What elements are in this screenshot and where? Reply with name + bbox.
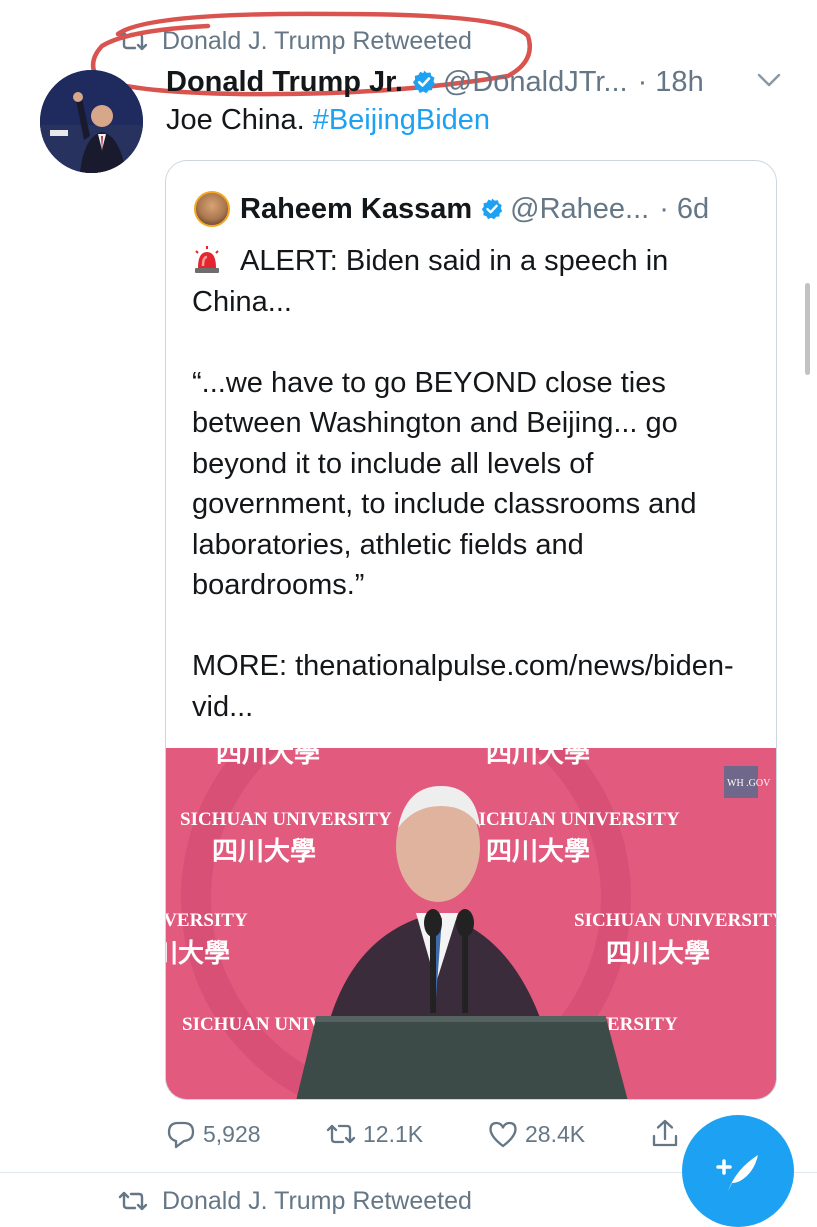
retweet-icon <box>326 1124 356 1144</box>
like-button[interactable]: 28.4K <box>487 1118 585 1150</box>
media-chinese-text: 四川大學 <box>212 837 316 866</box>
reply-icon <box>167 1121 195 1149</box>
retweet-context-label: Donald J. Trump Retweeted <box>162 26 472 55</box>
like-icon <box>489 1121 517 1148</box>
tweet-timestamp[interactable]: · 18h <box>638 66 704 99</box>
retweet-icon <box>118 31 148 51</box>
tweet-header: Donald Trump Jr. @DonaldJTr... · 18h <box>166 62 704 102</box>
tweet-text: Joe China. #BeijingBiden <box>166 104 490 137</box>
media-chinese-text: 四川大學 <box>486 837 590 866</box>
verified-badge-icon <box>481 198 503 220</box>
next-retweet-context-label: Donald J. Trump Retweeted <box>162 1186 472 1215</box>
quoted-tweet-text: ALERT: Biden said in a speech in China..… <box>192 241 752 727</box>
quoted-author-avatar[interactable] <box>194 191 230 227</box>
video-still-illustration: SICHUAN UNIVERSITY SICHUAN UNIVERSITY SI… <box>166 748 777 1099</box>
quoted-author-handle[interactable]: @Rahee... <box>510 193 649 226</box>
media-banner-text: SICHUAN UNIVERSITY <box>180 809 392 830</box>
reply-count: 5,928 <box>203 1120 261 1147</box>
media-chinese-text: 四川大學 <box>486 748 590 768</box>
verified-badge-icon <box>412 70 435 94</box>
media-banner-text: SICHUAN UNIVERSITY <box>574 910 777 931</box>
share-icon <box>652 1119 678 1147</box>
quoted-speech-quote: “...we have to go BEYOND close ties betw… <box>192 366 697 602</box>
compose-tweet-button[interactable] <box>682 1115 794 1227</box>
media-banner-text: SICHUAN UNIVERSITY <box>468 809 680 830</box>
quoted-tweet-card[interactable]: Raheem Kassam @Rahee... · 6d ALERT: Bide… <box>165 160 777 1100</box>
like-count: 28.4K <box>525 1120 586 1147</box>
retweet-count: 12.1K <box>363 1120 424 1147</box>
tweet-actions: 5,928 12.1K 28.4K <box>165 1118 685 1158</box>
siren-emoji-icon <box>195 246 219 273</box>
quoted-tweet-video-thumbnail[interactable]: SICHUAN UNIVERSITY SICHUAN UNIVERSITY SI… <box>166 748 777 1099</box>
quoted-author-name[interactable]: Raheem Kassam <box>240 193 472 226</box>
media-chinese-text: 四川大學 <box>606 939 710 968</box>
quoted-tweet-timestamp[interactable]: · 6d <box>659 193 709 226</box>
author-handle[interactable]: @DonaldJTr... <box>443 66 628 99</box>
media-banner-text: SICHUAN UNIVERSITY <box>166 910 248 931</box>
scrollbar[interactable] <box>805 283 810 375</box>
media-chinese-text: 四川大學 <box>166 939 230 968</box>
next-retweet-context: Donald J. Trump Retweeted <box>118 1186 472 1216</box>
retweet-context: Donald J. Trump Retweeted <box>118 26 472 56</box>
media-watermark: WH .GOV <box>727 778 771 789</box>
retweet-button[interactable]: 12.1K <box>325 1118 423 1150</box>
media-chinese-text: 四川大學 <box>216 748 320 768</box>
share-button[interactable] <box>649 1118 687 1150</box>
quoted-more-link[interactable]: MORE: thenationalpulse.com/news/biden-vi… <box>192 650 734 723</box>
reply-button[interactable]: 5,928 <box>165 1118 261 1150</box>
avatar-photo <box>40 70 143 173</box>
quoted-tweet-header: Raheem Kassam @Rahee... · 6d <box>240 189 709 229</box>
author-name[interactable]: Donald Trump Jr. <box>166 66 403 99</box>
quoted-alert-line: ALERT: Biden said in a speech in China..… <box>192 245 669 318</box>
hashtag-link[interactable]: #BeijingBiden <box>313 104 490 136</box>
tweet-text-plain: Joe China. <box>166 104 313 136</box>
author-avatar[interactable] <box>40 70 143 173</box>
chevron-down-icon[interactable] <box>756 70 782 90</box>
retweet-icon <box>118 1191 148 1211</box>
compose-tweet-icon <box>716 1155 758 1191</box>
